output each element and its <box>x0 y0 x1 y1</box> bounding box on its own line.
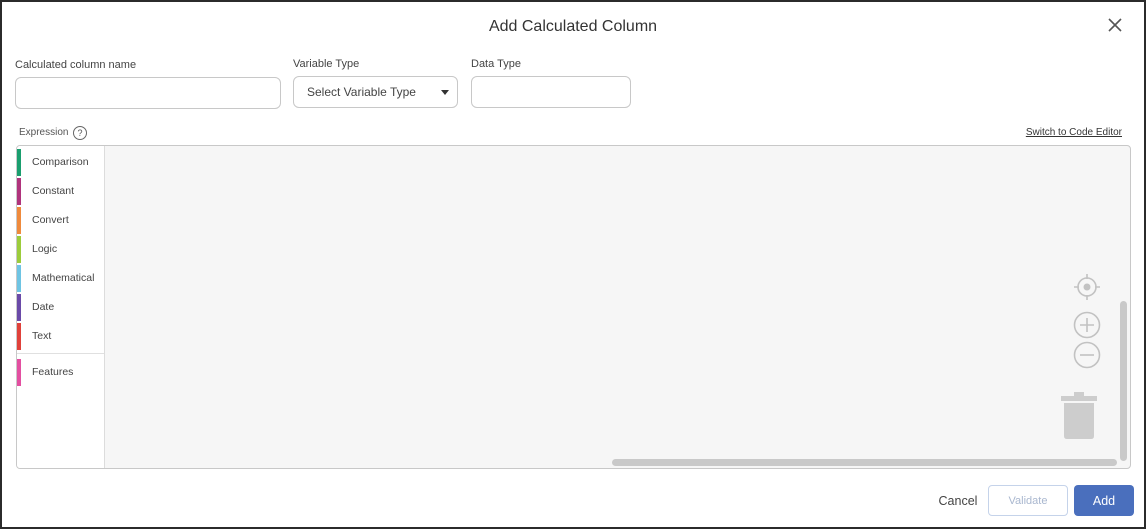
cancel-button[interactable]: Cancel <box>930 485 986 516</box>
palette-item-logic[interactable]: Logic <box>17 236 104 263</box>
zoom-out-icon[interactable] <box>1072 340 1102 375</box>
palette-item-label: Features <box>32 366 74 378</box>
palette-color-bar <box>17 323 21 350</box>
palette-item-label: Mathematical <box>32 272 95 284</box>
caret-down-icon <box>441 90 449 95</box>
trash-icon[interactable] <box>1060 390 1098 445</box>
horizontal-scrollbar[interactable] <box>612 459 1117 466</box>
palette-item-mathematical[interactable]: Mathematical <box>17 265 104 292</box>
palette-item-label: Date <box>32 301 55 313</box>
switch-to-code-editor-link[interactable]: Switch to Code Editor <box>1026 127 1122 138</box>
close-icon[interactable] <box>1106 16 1124 34</box>
validate-button[interactable]: Validate <box>988 485 1068 516</box>
column-name-label: Calculated column name <box>15 59 137 71</box>
palette-color-bar <box>17 265 21 292</box>
palette-color-bar <box>17 207 21 234</box>
variable-type-label: Variable Type <box>293 58 360 70</box>
data-type-label: Data Type <box>471 58 521 70</box>
vertical-scrollbar[interactable] <box>1120 301 1127 461</box>
locate-icon[interactable] <box>1073 273 1101 306</box>
dialog-title: Add Calculated Column <box>488 18 658 35</box>
palette-item-label: Constant <box>32 185 75 197</box>
help-icon[interactable]: ? <box>73 126 87 140</box>
column-name-input[interactable] <box>15 77 281 109</box>
palette-color-bar <box>17 294 21 321</box>
variable-type-selected-value: Select Variable Type <box>307 85 416 99</box>
palette-color-bar <box>17 149 21 176</box>
palette-item-label: Convert <box>32 214 69 226</box>
palette-item-convert[interactable]: Convert <box>17 207 104 234</box>
expression-label: Expression <box>19 127 69 138</box>
palette-item-text[interactable]: Text <box>17 323 104 350</box>
palette-item-date[interactable]: Date <box>17 294 104 321</box>
function-palette: Comparison Constant Convert Logic Mathem… <box>17 146 105 468</box>
variable-type-select[interactable]: Select Variable Type <box>293 76 458 108</box>
palette-item-constant[interactable]: Constant <box>17 178 104 205</box>
add-button[interactable]: Add <box>1074 485 1134 516</box>
palette-item-label: Logic <box>32 243 58 255</box>
expression-editor[interactable]: Comparison Constant Convert Logic Mathem… <box>16 145 1131 469</box>
data-type-input[interactable] <box>471 76 631 108</box>
palette-item-features[interactable]: Features <box>17 359 104 386</box>
palette-color-bar <box>17 178 21 205</box>
palette-divider <box>17 353 104 354</box>
palette-color-bar <box>17 236 21 263</box>
palette-color-bar <box>17 359 21 386</box>
add-calculated-column-dialog: Add Calculated Column Calculated column … <box>0 0 1146 529</box>
palette-item-label: Comparison <box>32 156 89 168</box>
palette-item-comparison[interactable]: Comparison <box>17 149 104 176</box>
palette-item-label: Text <box>32 330 52 342</box>
